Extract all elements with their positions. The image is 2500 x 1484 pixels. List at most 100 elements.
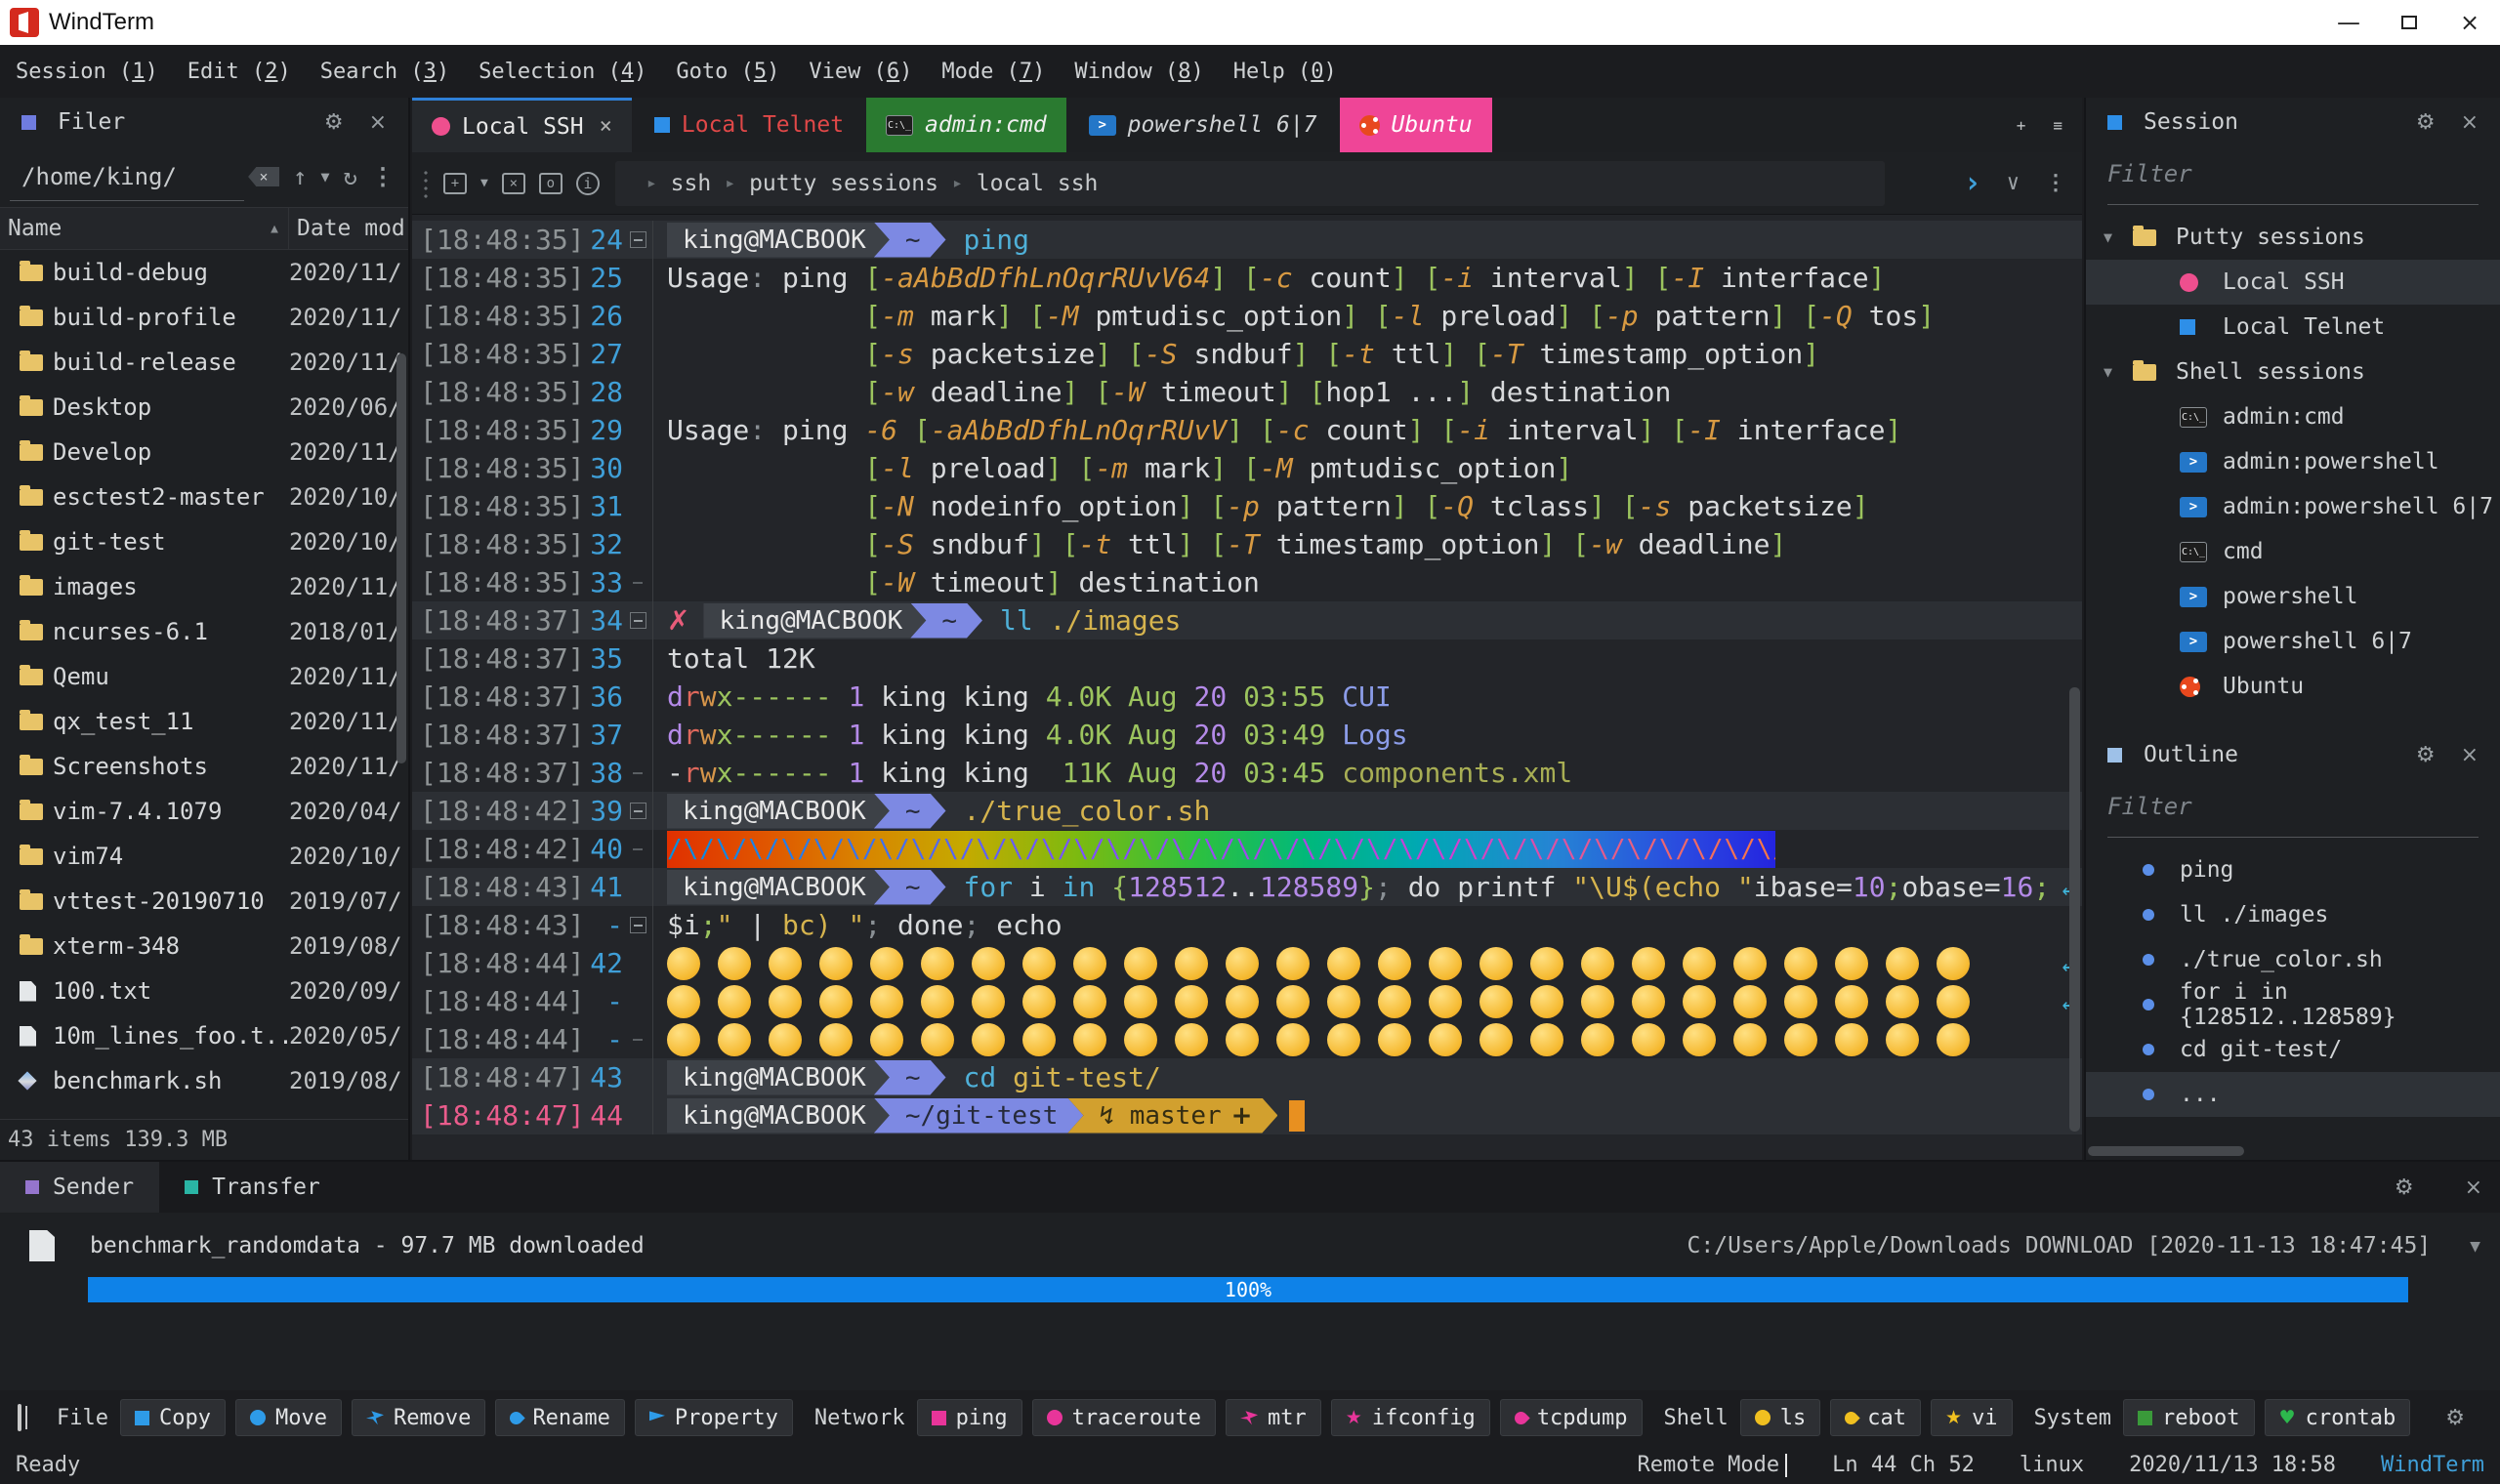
tab-admin-cmd[interactable]: C:\_admin:cmd [866, 98, 1066, 152]
terminal-line[interactable]: [18:48:35]26 [-m mark] [-M pmtudisc_opti… [412, 297, 2082, 335]
session-item-admin-powershell[interactable]: >admin:powershell [2086, 439, 2500, 484]
session-folder-shell-sessions[interactable]: ▼Shell sessions [2086, 350, 2500, 394]
terminal-line[interactable]: [18:48:35]29Usage: ping -6 [-aAbBdDfhLnO… [412, 411, 2082, 449]
filer-settings-gear-icon[interactable]: ⚙ [324, 110, 344, 135]
clear-path-backspace-icon[interactable]: × [248, 167, 279, 186]
terminal-line[interactable]: [18:48:35]24king@MACBOOK~ping [412, 221, 2082, 259]
file-row[interactable]: git-test2020/10/ [0, 519, 408, 564]
session-item-admin-powershell-6-7[interactable]: >admin:powershell 6|7 [2086, 484, 2500, 529]
transfer-close-icon[interactable]: × [2465, 1175, 2482, 1200]
terminal-line[interactable]: [18:48:44]-😴😵😶😷😸😹😺😻😼😽😾😿🙀🙁🙂🙃🙄🙅🙆🙇🙈🙉🙊🙋🙌🙍 [412, 1020, 2082, 1058]
path-dropdown-icon[interactable]: ▼ [321, 168, 330, 186]
close-button[interactable]: × [2439, 0, 2500, 45]
menu-item-search[interactable]: Search (3) [320, 60, 449, 84]
status-datetime[interactable]: 2020/11/13 18:58 [2129, 1453, 2336, 1477]
terminal-line[interactable]: [18:48:35]25Usage: ping [-aAbBdDfhLnOqrR… [412, 259, 2082, 297]
quickbar-button-ls[interactable]: ls [1740, 1399, 1821, 1436]
file-row[interactable]: qx_test_112020/11/ [0, 699, 408, 744]
status-mode[interactable]: Remote Mode [1637, 1453, 1787, 1477]
terminal-line[interactable]: [18:48:35]33 [-W timeout] destination [412, 563, 2082, 601]
file-row[interactable]: images2020/11/ [0, 564, 408, 609]
terminal-line[interactable]: [18:48:37]34✗king@MACBOOK~ll ./images [412, 601, 2082, 639]
menu-item-edit[interactable]: Edit (2) [188, 60, 291, 84]
quickbar-button-move[interactable]: Move [235, 1399, 342, 1436]
transfer-item-row[interactable]: benchmark_randomdata - 97.7 MB downloade… [0, 1226, 2500, 1265]
close-session-icon[interactable]: × [502, 173, 525, 194]
menu-item-view[interactable]: View (6) [809, 60, 912, 84]
quickbar-button-property[interactable]: Property [635, 1399, 793, 1436]
new-session-icon[interactable]: + [443, 173, 467, 194]
menu-item-mode[interactable]: Mode (7) [941, 60, 1045, 84]
fold-marker[interactable] [623, 601, 652, 639]
tab-local-ssh[interactable]: Local SSH× [412, 98, 632, 152]
terminal-line[interactable]: [18:48:37]38-rwx------ 1 king king 11K A… [412, 754, 2082, 792]
transfer-dropdown-icon[interactable]: ▼ [2470, 1236, 2480, 1257]
run-chevron-icon[interactable]: › [1964, 166, 1981, 200]
filer-scrollbar[interactable] [396, 353, 406, 763]
filer-more-icon[interactable]: ⋮ [371, 163, 395, 190]
quickbar-button-traceroute[interactable]: traceroute [1032, 1399, 1216, 1436]
outline-horizontal-scrollbar[interactable] [2088, 1146, 2244, 1156]
file-row[interactable]: ncurses-6.12018/01/ [0, 609, 408, 654]
outline-close-icon[interactable]: × [2461, 743, 2479, 767]
terminal-line[interactable]: [18:48:35]31 [-N nodeinfo_option] [-p pa… [412, 487, 2082, 525]
fold-collapse-icon[interactable] [630, 917, 646, 933]
outline-filter-input[interactable]: Filter [2107, 793, 2479, 838]
breadcrumb[interactable]: ▸ssh▸putty sessions▸local ssh [615, 161, 1885, 206]
terminal-line[interactable]: [18:48:43]-$i;" | bc) "; done; echo [412, 906, 2082, 944]
outline-item[interactable]: ping [2086, 847, 2500, 892]
file-row[interactable]: Qemu2020/11/ [0, 654, 408, 699]
session-item-powershell-6-7[interactable]: >powershell 6|7 [2086, 619, 2500, 664]
status-os[interactable]: linux [2020, 1453, 2084, 1477]
quickbar-button-copy[interactable]: Copy [120, 1399, 226, 1436]
filer-path-input[interactable]: /home/king/ [21, 163, 234, 190]
terminal-line[interactable]: [18:48:37]36drwx------ 1 king king 4.0K … [412, 678, 2082, 716]
new-session-dropdown-icon[interactable]: ▼ [480, 176, 488, 190]
breadcrumb-item[interactable]: local ssh [977, 171, 1099, 196]
transfer-tab-transfer[interactable]: Transfer [159, 1162, 346, 1213]
fold-collapse-icon[interactable] [630, 612, 646, 629]
terminal-line[interactable]: [18:48:44]42😀😁😂😃😄😅😆😇😈😉😊😋😌😍😎😏😐😑😒😓😔😕😖😗😘😙↵ [412, 944, 2082, 982]
menu-item-help[interactable]: Help (0) [1233, 60, 1337, 84]
tree-expand-icon[interactable]: ▼ [2104, 363, 2133, 381]
quickbar-button-reboot[interactable]: reboot [2123, 1399, 2254, 1436]
quickbar-button-ping[interactable]: ping [917, 1399, 1022, 1436]
fold-collapse-icon[interactable] [630, 231, 646, 248]
quickbar-settings-gear-icon[interactable]: ⚙ [2445, 1406, 2465, 1430]
menu-item-goto[interactable]: Goto (5) [676, 60, 779, 84]
terminal-line[interactable]: [18:48:47]43king@MACBOOK~cd git-test/ [412, 1058, 2082, 1096]
terminal-screen[interactable]: [18:48:35]24king@MACBOOK~ping[18:48:35]2… [412, 215, 2082, 1160]
file-row[interactable]: build-profile2020/11/ [0, 295, 408, 340]
menu-item-window[interactable]: Window (8) [1074, 60, 1203, 84]
file-row[interactable]: Screenshots2020/11/ [0, 744, 408, 789]
menu-item-selection[interactable]: Selection (4) [479, 60, 646, 84]
session-close-icon[interactable]: × [2461, 110, 2479, 135]
maximize-button[interactable] [2379, 0, 2439, 45]
toolbar-dropdown-icon[interactable]: ∨ [2007, 171, 2020, 195]
session-item-admin-cmd[interactable]: C:\_admin:cmd [2086, 394, 2500, 439]
file-row[interactable]: Desktop2020/06/ [0, 385, 408, 430]
tab-ubuntu[interactable]: Ubuntu [1340, 98, 1492, 152]
quickbar-button-crontab[interactable]: ♥crontab [2265, 1399, 2411, 1436]
terminal-line[interactable]: [18:48:35]30 [-l preload] [-m mark] [-M … [412, 449, 2082, 487]
tab-list-menu-icon[interactable]: ≡ [2053, 116, 2062, 135]
transfer-settings-gear-icon[interactable]: ⚙ [2395, 1175, 2414, 1200]
minimize-button[interactable]: — [2318, 0, 2379, 45]
transfer-tab-sender[interactable]: Sender [0, 1162, 159, 1213]
fold-collapse-icon[interactable] [630, 803, 646, 819]
quickbar-panel-icon[interactable] [18, 1404, 21, 1431]
terminal-line[interactable]: [18:48:35]28 [-w deadline] [-W timeout] … [412, 373, 2082, 411]
terminal-scrollbar[interactable] [2069, 687, 2080, 1132]
column-date-modified[interactable]: Date mod [289, 216, 408, 241]
breadcrumb-item[interactable]: ssh [671, 171, 712, 196]
add-tab-button[interactable]: + [2017, 116, 2026, 135]
toolbar-grip-handle[interactable] [422, 169, 430, 198]
file-row[interactable]: xterm-3482019/08/ [0, 924, 408, 969]
fold-marker[interactable] [623, 792, 652, 830]
file-row[interactable]: 100.txt2020/09/ [0, 969, 408, 1013]
tab-local-telnet[interactable]: Local Telnet [635, 98, 863, 152]
outline-item[interactable]: cd git-test/ [2086, 1027, 2500, 1072]
file-row[interactable]: vttest-201907102019/07/ [0, 879, 408, 924]
session-info-icon[interactable]: i [576, 172, 600, 195]
terminal-line[interactable]: [18:48:35]32 [-S sndbuf] [-t ttl] [-T ti… [412, 525, 2082, 563]
